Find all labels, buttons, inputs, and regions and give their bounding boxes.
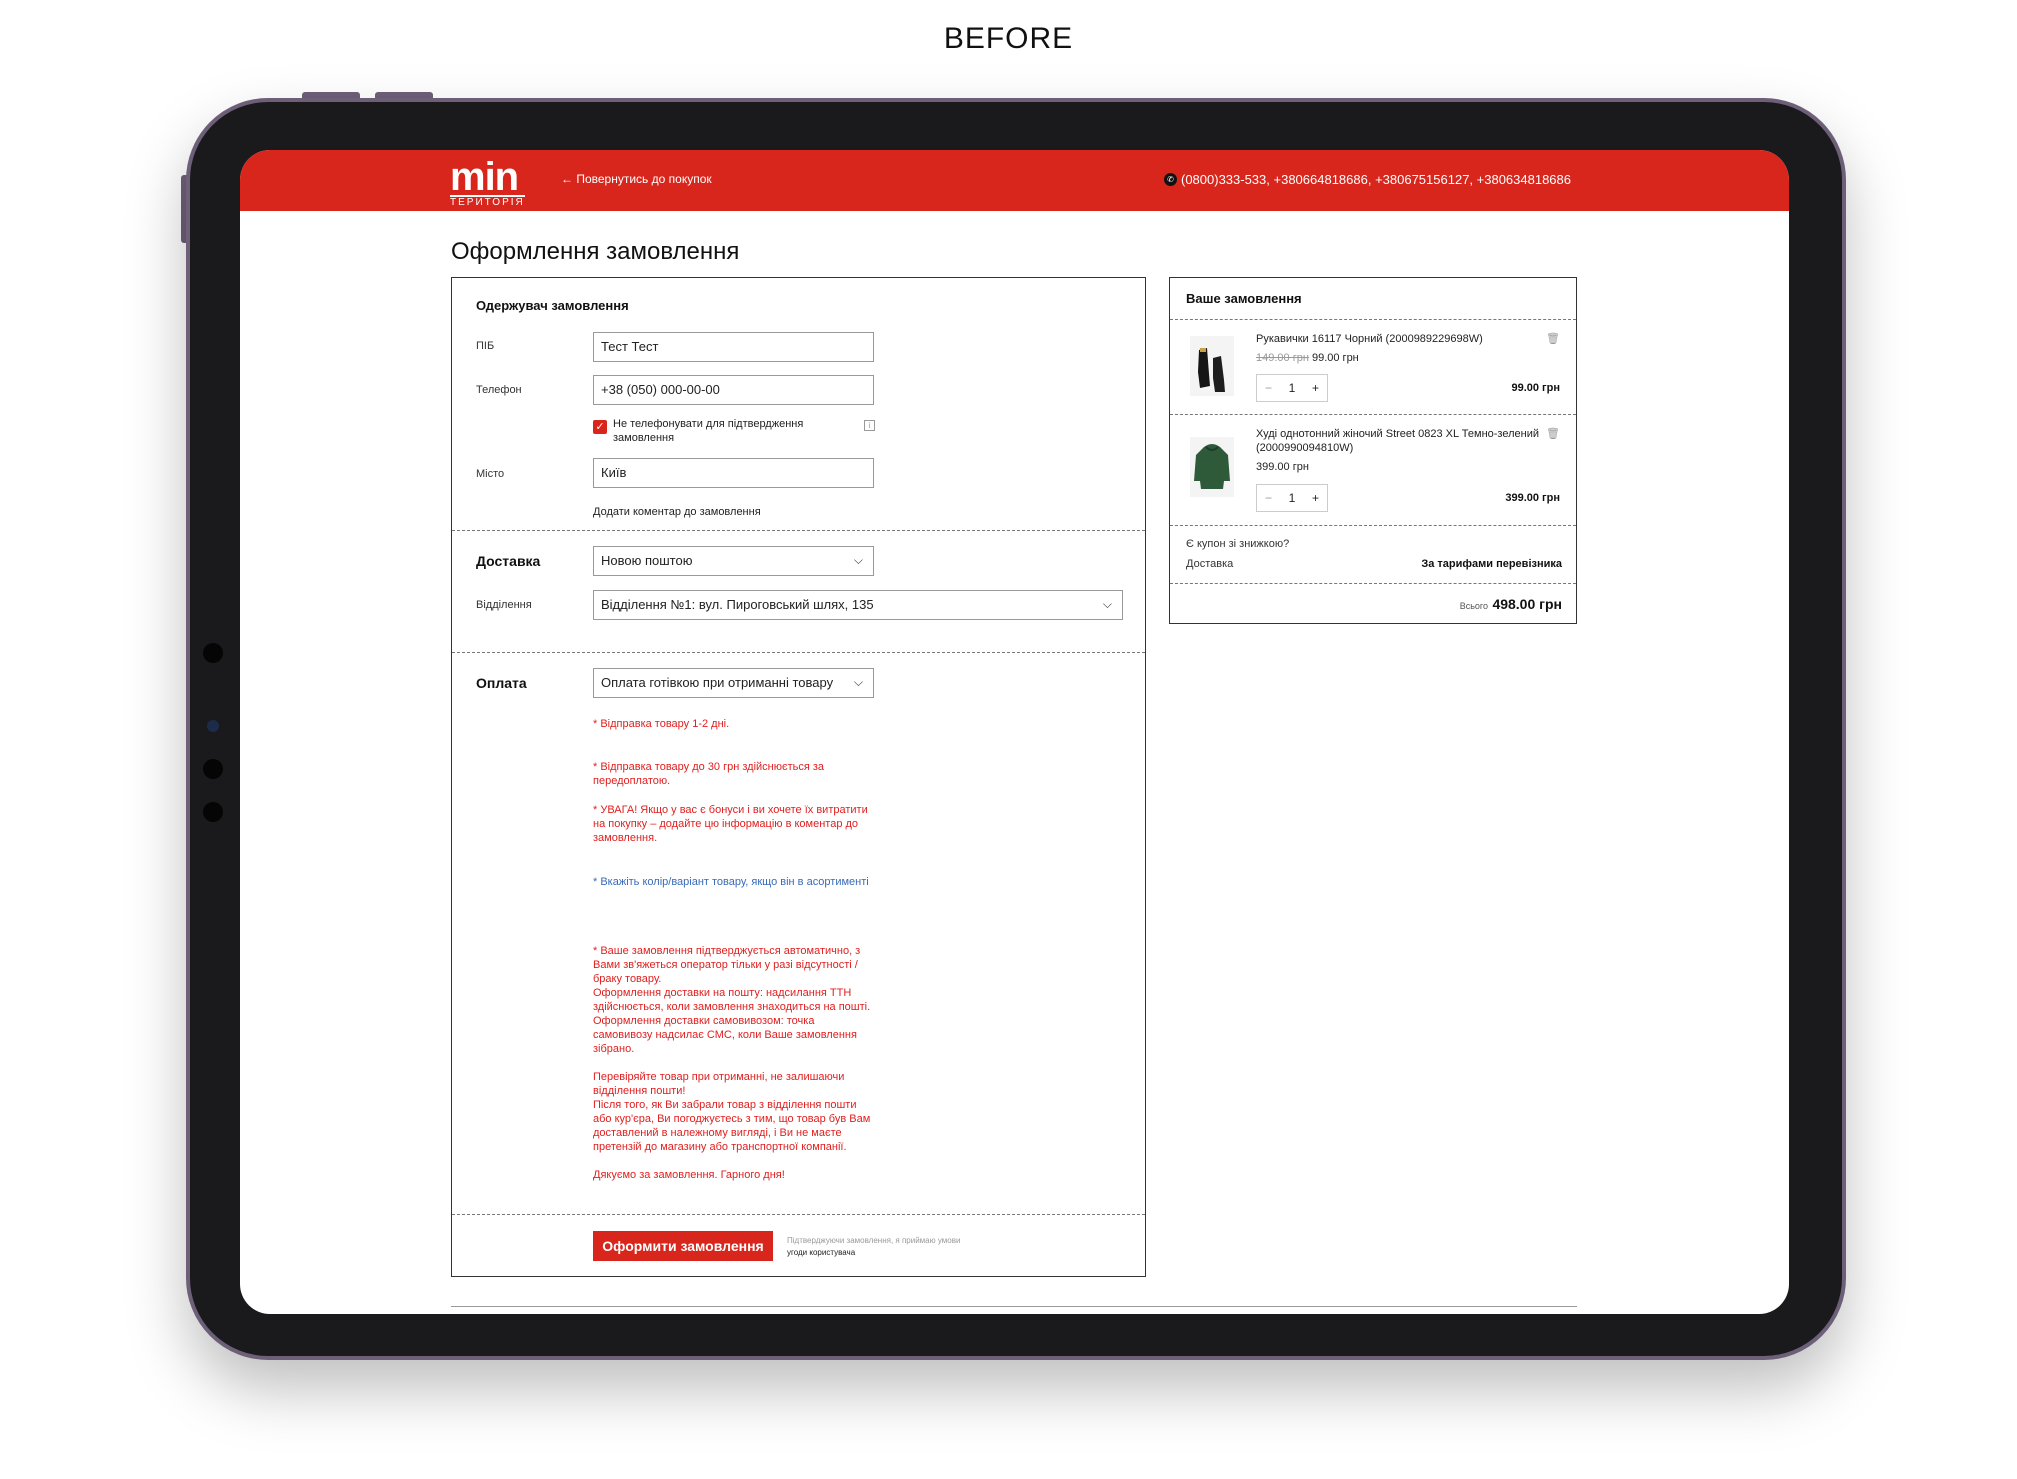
sensor-dot	[203, 759, 223, 779]
terms-text: Підтверджуючи замовлення, я приймаю умов…	[787, 1235, 960, 1259]
delivery-title: Доставка	[476, 553, 541, 569]
payment-method-value: Оплата готівкою при отриманні товару	[601, 675, 834, 690]
order-item: Рукавички 16117 Чорний (2000989229698W) …	[1170, 319, 1576, 414]
submit-order-button[interactable]: Оформити замовлення	[593, 1231, 773, 1261]
item-name: Худі однотонний жіночий Street 0823 XL Т…	[1256, 428, 1539, 454]
terms-link[interactable]: угоди користувача	[787, 1248, 855, 1257]
checkout-form: Одержувач замовлення ПІБ Тест Тест Телеф…	[451, 277, 1146, 1277]
payment-note-long: * Ваше замовлення підтверджується автома…	[593, 945, 871, 1181]
delivery-cost-label: Доставка	[1186, 558, 1234, 570]
back-link-label: Повернутись до покупок	[576, 172, 712, 186]
chevron-down-icon: ⌵	[853, 675, 863, 689]
quantity-stepper: − 1 +	[1256, 374, 1328, 402]
no-call-checkbox[interactable]: ✓	[593, 420, 607, 434]
item-current-price: 99.00 грн	[1311, 352, 1359, 364]
quantity-stepper: − 1 +	[1256, 484, 1328, 512]
hoodie-thumbnail	[1190, 437, 1234, 497]
order-title: Ваше замовлення	[1186, 291, 1302, 306]
item-total: 399.00 грн	[1505, 492, 1560, 504]
name-input[interactable]: Тест Тест	[593, 332, 874, 362]
payment-section: Оплата Оплата готівкою при отриманні тов…	[452, 653, 1145, 1215]
name-label: ПІБ	[476, 340, 495, 352]
item-price: 399.00 грн	[1256, 461, 1309, 473]
logo-main: min	[450, 155, 519, 199]
payment-title: Оплата	[476, 675, 527, 691]
gloves-thumbnail	[1190, 336, 1234, 396]
chevron-down-icon: ⌵	[1102, 597, 1112, 611]
quantity-value[interactable]: 1	[1289, 491, 1296, 505]
city-label: Місто	[476, 468, 505, 480]
delivery-section: Доставка Новою поштою ⌵ Відділення Відді…	[452, 531, 1145, 653]
total-label: Всього	[1459, 601, 1488, 611]
delivery-method-value: Новою поштою	[601, 553, 693, 568]
branch-select[interactable]: Відділення №1: вул. Пироговський шлях, 1…	[593, 590, 1123, 620]
page-title: Оформлення замовлення	[451, 238, 740, 265]
phone-numbers: ✆ (0800)333-533, +380664818686, +3806751…	[1163, 172, 1571, 187]
order-item: Худі однотонний жіночий Street 0823 XL Т…	[1170, 414, 1576, 526]
no-call-label: Не телефонувати для підтвердження замовл…	[613, 418, 804, 444]
payment-note: * Відправка товару до 30 грн здійснюєтьс…	[593, 761, 825, 787]
item-name: Рукавички 16117 Чорний (2000989229698W)	[1256, 333, 1483, 345]
back-to-shopping-link[interactable]: ← Повернутись до покупок	[561, 172, 712, 186]
sensor-dot	[203, 802, 223, 822]
payment-note: * УВАГА! Якщо у вас є бонуси і ви хочете…	[593, 804, 868, 844]
caption: BEFORE	[943, 22, 1074, 55]
payment-method-select[interactable]: Оплата готівкою при отриманні товару ⌵	[593, 668, 874, 698]
item-price: 149.00 грн 99.00 грн	[1256, 352, 1359, 364]
trash-icon[interactable]: 🗑	[1546, 427, 1560, 440]
city-input[interactable]: Київ	[593, 458, 874, 488]
delivery-cost-value: За тарифами перевізника	[1421, 558, 1562, 570]
camera-lens	[207, 720, 219, 732]
header-bar: min ТЕРИТОРІЯ ← Повернутись до покупок ✆…	[240, 150, 1789, 211]
logo-sub: ТЕРИТОРІЯ	[450, 195, 525, 208]
branch-label: Відділення	[476, 599, 532, 611]
site-logo[interactable]: min ТЕРИТОРІЯ	[450, 155, 525, 208]
camera-dot	[203, 643, 223, 663]
phone-input[interactable]: +38 (050) 000-00-00	[593, 375, 874, 405]
item-old-price: 149.00 грн	[1256, 352, 1309, 364]
minus-icon[interactable]: −	[1265, 381, 1272, 395]
info-icon[interactable]: i	[864, 420, 875, 431]
chevron-down-icon: ⌵	[853, 553, 863, 567]
submit-section: Оформити замовлення Підтверджуючи замовл…	[452, 1215, 1145, 1275]
order-summary: Ваше замовлення Рукавички 16117 Чорний (…	[1169, 277, 1577, 624]
footer-divider	[451, 1306, 1577, 1307]
branch-value: Відділення №1: вул. Пироговський шлях, 1…	[601, 597, 874, 612]
minus-icon[interactable]: −	[1265, 491, 1272, 505]
payment-note: * Відправка товару 1-2 дні.	[593, 718, 730, 730]
arrow-left-icon: ←	[561, 172, 573, 186]
recipient-section: Одержувач замовлення ПІБ Тест Тест Телеф…	[452, 278, 1145, 531]
delivery-method-select[interactable]: Новою поштою ⌵	[593, 546, 874, 576]
plus-icon[interactable]: +	[1312, 381, 1319, 395]
phone-label: Телефон	[476, 384, 522, 396]
phone-icon: ✆	[1163, 173, 1177, 186]
total-value: 498.00 грн	[1492, 596, 1562, 612]
item-total: 99.00 грн	[1511, 382, 1560, 394]
quantity-value[interactable]: 1	[1289, 381, 1296, 395]
coupon-link[interactable]: Є купон зі знижкою?	[1186, 538, 1289, 550]
screen: min ТЕРИТОРІЯ ← Повернутись до покупок ✆…	[240, 150, 1789, 1314]
add-comment-link[interactable]: Додати коментар до замовлення	[593, 506, 761, 518]
phones-text: (0800)333-533, +380664818686, +380675156…	[1180, 172, 1571, 187]
payment-note-blue: * Вкажіть колір/варіант товару, якщо він…	[593, 876, 869, 888]
divider	[1170, 583, 1576, 584]
recipient-title: Одержувач замовлення	[476, 298, 629, 313]
item-current-price: 399.00 грн	[1256, 461, 1309, 473]
terms-prefix: Підтверджуючи замовлення, я приймаю умов…	[787, 1236, 961, 1245]
trash-icon[interactable]: 🗑	[1546, 332, 1560, 345]
divider	[1170, 525, 1576, 526]
plus-icon[interactable]: +	[1312, 491, 1319, 505]
